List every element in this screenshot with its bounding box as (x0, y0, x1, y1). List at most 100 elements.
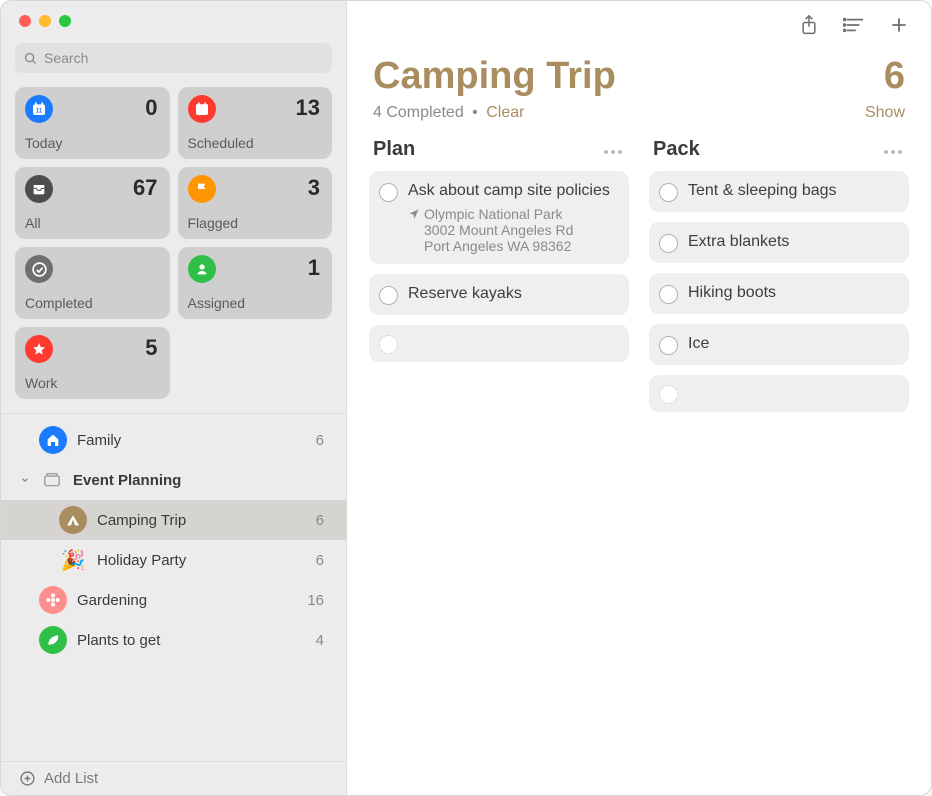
calendar-icon (188, 95, 216, 123)
minimize-window-button[interactable] (39, 15, 51, 27)
smart-list-label: Completed (25, 295, 93, 311)
reminder-item[interactable]: Tent & sleeping bags (649, 171, 909, 212)
complete-toggle[interactable] (659, 234, 678, 253)
clear-completed-button[interactable]: Clear (486, 104, 524, 121)
share-button[interactable] (799, 14, 819, 36)
list-family[interactable]: Family 6 (1, 420, 346, 460)
list-label: Family (77, 432, 121, 449)
section-title: Plan (373, 138, 415, 161)
complete-toggle-placeholder (659, 385, 678, 404)
list-gardening[interactable]: Gardening 16 (1, 580, 346, 620)
list-group-label: Event Planning (73, 472, 181, 489)
check-circle-icon (25, 255, 53, 283)
folder-icon (41, 471, 63, 489)
complete-toggle[interactable] (659, 183, 678, 202)
location-name: Olympic National Park (424, 206, 573, 222)
section-menu-button[interactable] (883, 139, 903, 160)
main-panel: Camping Trip 6 4 Completed • Clear Show … (347, 1, 931, 795)
share-icon (799, 14, 819, 36)
smart-list-scheduled[interactable]: 13 Scheduled (178, 87, 333, 159)
search-input[interactable]: Search (15, 43, 332, 73)
smart-list-count: 5 (145, 335, 157, 361)
smart-list-work[interactable]: 5 Work (15, 327, 170, 399)
party-icon: 🎉 (59, 546, 87, 574)
tent-icon (59, 506, 87, 534)
person-icon (188, 255, 216, 283)
reminder-title: Extra blankets (688, 232, 789, 253)
ellipsis-icon (603, 149, 623, 155)
view-options-button[interactable] (843, 16, 865, 34)
list-label: Plants to get (77, 632, 160, 649)
smart-list-label: Flagged (188, 215, 239, 231)
reminder-title: Reserve kayaks (408, 284, 522, 305)
list-count: 6 (316, 552, 328, 569)
separator-dot: • (472, 104, 478, 121)
new-reminder-button[interactable] (889, 15, 909, 35)
smart-list-count: 13 (296, 95, 320, 121)
search-icon (23, 51, 38, 66)
list-subheader: 4 Completed • Clear Show (347, 98, 931, 134)
section-menu-button[interactable] (603, 139, 623, 160)
reminder-title: Hiking boots (688, 283, 776, 304)
plus-icon (889, 15, 909, 35)
star-icon (25, 335, 53, 363)
list-count: 6 (316, 512, 328, 529)
complete-toggle[interactable] (659, 336, 678, 355)
list-title: Camping Trip (373, 55, 616, 98)
zoom-window-button[interactable] (59, 15, 71, 27)
completed-count-text: 4 Completed (373, 104, 464, 121)
chevron-down-icon (19, 475, 31, 485)
smart-list-assigned[interactable]: 1 Assigned (178, 247, 333, 319)
list-count: 4 (316, 632, 328, 649)
flag-icon (188, 175, 216, 203)
window-controls (1, 1, 346, 39)
complete-toggle[interactable] (379, 286, 398, 305)
smart-list-all[interactable]: 67 All (15, 167, 170, 239)
smart-lists-grid: 11 0 Today 13 Scheduled 67 All (1, 87, 346, 407)
smart-list-completed[interactable]: Completed (15, 247, 170, 319)
list-header: Camping Trip 6 (347, 49, 931, 98)
reminder-item[interactable]: Ask about camp site policies Olympic Nat… (369, 171, 629, 264)
smart-list-count: 0 (145, 95, 157, 121)
sidebar: Search 11 0 Today 13 Scheduled (1, 1, 347, 795)
list-camping-trip[interactable]: Camping Trip 6 (1, 500, 346, 540)
smart-list-flagged[interactable]: 3 Flagged (178, 167, 333, 239)
app-window: Search 11 0 Today 13 Scheduled (0, 0, 932, 796)
smart-list-label: Assigned (188, 295, 246, 311)
smart-list-label: Scheduled (188, 135, 254, 151)
tray-icon (25, 175, 53, 203)
location-address: 3002 Mount Angeles Rd Port Angeles WA 98… (424, 222, 573, 254)
complete-toggle[interactable] (659, 285, 678, 304)
smart-list-label: Work (25, 375, 57, 391)
smart-list-count: 67 (133, 175, 157, 201)
reminder-item[interactable]: Hiking boots (649, 273, 909, 314)
list-plants-to-get[interactable]: Plants to get 4 (1, 620, 346, 660)
add-list-button[interactable]: Add List (1, 761, 346, 795)
plus-circle-icon (19, 770, 36, 787)
new-reminder-placeholder[interactable] (369, 325, 629, 362)
sections-columns: Plan Ask about camp site policies Olympi… (347, 134, 931, 422)
complete-toggle[interactable] (379, 183, 398, 202)
flower-icon (39, 586, 67, 614)
list-count: 16 (307, 592, 328, 609)
house-icon (39, 426, 67, 454)
reminder-item[interactable]: Reserve kayaks (369, 274, 629, 315)
list-holiday-party[interactable]: 🎉 Holiday Party 6 (1, 540, 346, 580)
section-title: Pack (653, 138, 700, 161)
reminder-title: Tent & sleeping bags (688, 181, 837, 202)
reminder-item[interactable]: Extra blankets (649, 222, 909, 263)
new-reminder-placeholder[interactable] (649, 375, 909, 412)
close-window-button[interactable] (19, 15, 31, 27)
list-total-count: 6 (884, 55, 905, 98)
list-options-icon (843, 16, 865, 34)
list-group-event-planning[interactable]: Event Planning (1, 460, 346, 500)
show-completed-button[interactable]: Show (865, 104, 905, 122)
my-lists: Family 6 Event Planning Camping Trip 6 (1, 413, 346, 761)
reminder-location: Olympic National Park 3002 Mount Angeles… (408, 206, 617, 254)
smart-list-count: 1 (308, 255, 320, 281)
reminder-item[interactable]: Ice (649, 324, 909, 365)
list-label: Camping Trip (97, 512, 186, 529)
smart-list-today[interactable]: 11 0 Today (15, 87, 170, 159)
smart-list-count: 3 (308, 175, 320, 201)
add-list-label: Add List (44, 770, 98, 787)
